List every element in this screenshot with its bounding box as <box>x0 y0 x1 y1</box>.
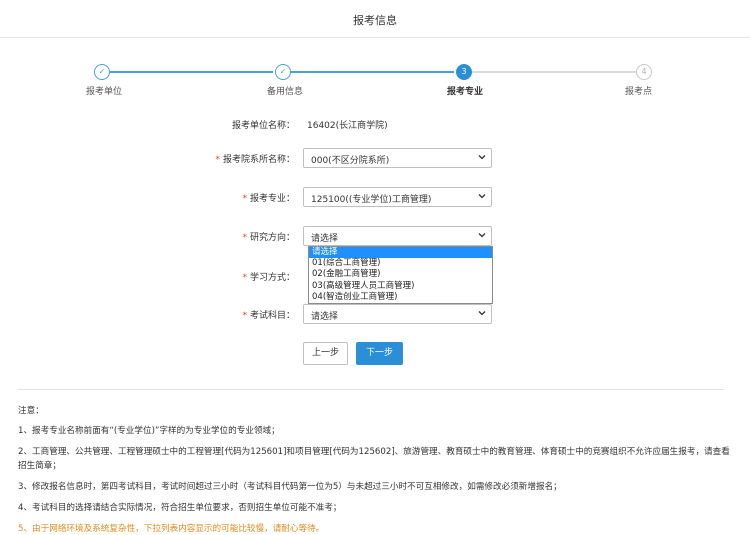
direction-option[interactable]: 02(金融工商管理) <box>309 269 492 280</box>
study-mode-label: * 学习方式： <box>242 273 295 283</box>
major-label: * 报考专业： <box>242 194 295 204</box>
form-row-unit: 报考单位名称： 16402(长江商学院) <box>0 114 750 134</box>
required-mark: * <box>242 273 247 283</box>
note-item: 1、报考专业名称前面有“(专业学位)”字样的为专业学位的专业领域； <box>18 426 280 436</box>
required-mark: * <box>242 233 247 243</box>
department-select[interactable]: 000(不区分院系所) <box>303 148 492 168</box>
next-step-button[interactable]: 下一步 <box>356 342 403 365</box>
step-3-label: 报考专业 <box>447 87 484 97</box>
note-item: 3、修改报名信息时，第四考试科目，考试时间超过三小时（考试科目代码第一位为5）与… <box>18 482 562 492</box>
note-item: 2、工商管理、公共管理、工程管理硕士中的工程管理[代码为125601]和项目管理… <box>18 447 730 471</box>
step-2-label: 备用信息 <box>267 87 304 97</box>
step-1-check-icon: ✓ <box>94 64 110 80</box>
note-item-warning: 5、由于网络环境及系统复杂性，下拉列表内容显示的可能比较慢，请耐心等待。 <box>18 524 325 534</box>
direction-dropdown-list[interactable]: 请选择 01(综合工商管理) 02(金融工商管理) 03(高级管理人员工商管理)… <box>308 246 493 304</box>
step-4-label: 报考点 <box>625 87 653 97</box>
divider <box>18 389 724 390</box>
notes-title: 注意： <box>18 406 44 416</box>
required-mark: * <box>242 194 247 204</box>
exam-subjects-select[interactable]: 请选择 <box>303 304 492 324</box>
direction-label: * 研究方向： <box>242 233 295 243</box>
required-mark: * <box>215 155 220 165</box>
chevron-down-icon <box>478 233 486 238</box>
form-row-major: * 报考专业： 125100((专业学位)工商管理) <box>0 187 750 207</box>
step-connector <box>472 71 636 73</box>
required-mark: * <box>242 311 247 321</box>
chevron-down-icon <box>478 194 486 199</box>
notes-section: 注意： 1、报考专业名称前面有“(专业学位)”字样的为专业学位的专业领域； 2、… <box>18 404 730 535</box>
form-row-exam-subjects: * 考试科目： 请选择 <box>0 304 750 324</box>
major-select[interactable]: 125100((专业学位)工商管理) <box>303 187 492 207</box>
chevron-down-icon <box>478 311 486 316</box>
unit-label: 报考单位名称： <box>231 121 295 131</box>
direction-select[interactable]: 请选择 <box>303 226 492 246</box>
step-1-label: 报考单位 <box>86 87 123 97</box>
chevron-down-icon <box>478 155 486 160</box>
progress-steps: ✓ 报考单位 ✓ 备用信息 3 报考专业 4 报考点 <box>0 60 750 100</box>
step-2-check-icon: ✓ <box>275 64 291 80</box>
form-row-department: * 报考院系所名称： 000(不区分院系所) <box>0 148 750 168</box>
direction-option[interactable]: 03(高级管理人员工商管理) <box>309 281 492 292</box>
step-4-circle: 4 <box>636 64 652 80</box>
direction-option[interactable]: 01(综合工商管理) <box>309 258 492 269</box>
unit-value: 16402(长江商学院) <box>307 121 388 131</box>
step-connector <box>110 71 273 73</box>
step-connector <box>291 71 454 73</box>
page-title: 报考信息 <box>353 14 397 27</box>
direction-option[interactable]: 请选择 <box>309 247 492 259</box>
note-item: 4、考试科目的选择请结合实际情况，符合招生单位要求，否则招生单位可能不准考； <box>18 503 342 513</box>
page-header: 报考信息 <box>0 0 750 38</box>
department-label: * 报考院系所名称： <box>215 155 295 165</box>
direction-option[interactable]: 04(智造创业工商管理) <box>309 292 492 303</box>
exam-subjects-label: * 考试科目： <box>242 311 295 321</box>
prev-step-button[interactable]: 上一步 <box>303 342 348 365</box>
form-row-direction: * 研究方向： 请选择 <box>0 226 750 246</box>
step-3-circle: 3 <box>456 64 472 80</box>
